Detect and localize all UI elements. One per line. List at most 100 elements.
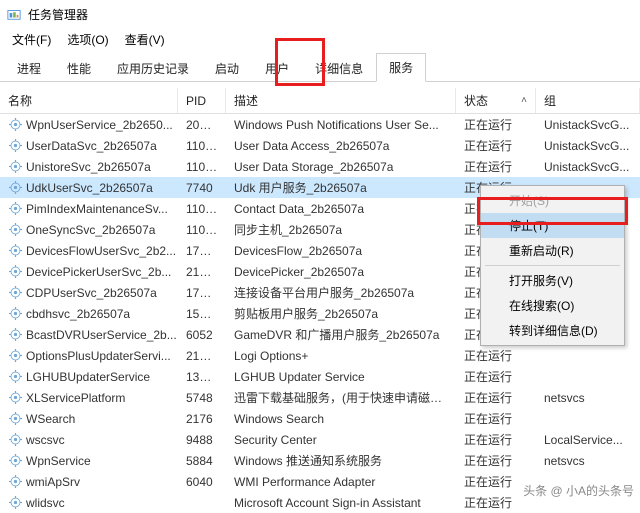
table-row[interactable]: OptionsPlusUpdaterServi...21620Logi Opti… bbox=[0, 345, 640, 366]
svc-name: DevicesFlowUserSvc_2b2... bbox=[26, 244, 176, 258]
svc-pid: 20780 bbox=[178, 118, 226, 132]
svc-desc: Windows Search bbox=[226, 412, 456, 426]
menu-bar: 文件(F) 选项(O) 查看(V) bbox=[0, 28, 640, 50]
svc-desc: User Data Access_2b26507a bbox=[226, 139, 456, 153]
svc-name: UserDataSvc_2b26507a bbox=[26, 139, 157, 153]
svc-name: WSearch bbox=[26, 412, 75, 426]
cm-go-details[interactable]: 转到详细信息(D) bbox=[481, 318, 624, 343]
svc-group: netsvcs bbox=[536, 391, 640, 405]
tab-row: 进程 性能 应用历史记录 启动 用户 详细信息 服务 bbox=[0, 54, 640, 82]
gear-icon bbox=[8, 202, 22, 216]
header-status[interactable]: 状态˄ bbox=[456, 88, 536, 113]
svc-pid: 11032 bbox=[178, 139, 226, 153]
table-row[interactable]: UnistoreSvc_2b26507a11032User Data Stora… bbox=[0, 156, 640, 177]
tab-users[interactable]: 用户 bbox=[252, 54, 302, 82]
gear-icon bbox=[8, 286, 22, 300]
header-name[interactable]: 名称 bbox=[0, 88, 178, 113]
svc-desc: DevicesFlow_2b26507a bbox=[226, 244, 456, 258]
svc-status: 正在运行 bbox=[456, 347, 536, 364]
tab-services[interactable]: 服务 bbox=[376, 53, 426, 82]
svc-desc: 剪贴板用户服务_2b26507a bbox=[226, 305, 456, 322]
svc-name: DevicePickerUserSvc_2b... bbox=[26, 265, 171, 279]
table-row[interactable]: LGHUBUpdaterService13168LGHUB Updater Se… bbox=[0, 366, 640, 387]
gear-icon bbox=[8, 265, 22, 279]
gear-icon bbox=[8, 118, 22, 132]
svc-pid: 6040 bbox=[178, 475, 226, 489]
svc-pid: 17392 bbox=[178, 286, 226, 300]
gear-icon bbox=[8, 307, 22, 321]
header-desc[interactable]: 描述 bbox=[226, 88, 456, 113]
svc-status: 正在运行 bbox=[456, 410, 536, 427]
svc-status: 正在运行 bbox=[456, 158, 536, 175]
svc-pid: 5884 bbox=[178, 454, 226, 468]
svc-group: UnistackSvcG... bbox=[536, 139, 640, 153]
cm-stop[interactable]: 停止(T) bbox=[481, 213, 624, 238]
svc-desc: User Data Storage_2b26507a bbox=[226, 160, 456, 174]
svc-status: 正在运行 bbox=[456, 116, 536, 133]
svc-desc: Security Center bbox=[226, 433, 456, 447]
svc-status: 正在运行 bbox=[456, 368, 536, 385]
gear-icon bbox=[8, 412, 22, 426]
svc-pid: 7740 bbox=[178, 181, 226, 195]
svc-status: 正在运行 bbox=[456, 452, 536, 469]
svc-name: cbdhsvc_2b26507a bbox=[26, 307, 130, 321]
menu-view[interactable]: 查看(V) bbox=[117, 29, 173, 50]
svc-pid: 13168 bbox=[178, 370, 226, 384]
gear-icon bbox=[8, 475, 22, 489]
svc-desc: DevicePicker_2b26507a bbox=[226, 265, 456, 279]
table-row[interactable]: wscsvc9488Security Center正在运行LocalServic… bbox=[0, 429, 640, 450]
svc-group: netsvcs bbox=[536, 454, 640, 468]
svc-group: UnistackSvcG... bbox=[536, 118, 640, 132]
tab-history[interactable]: 应用历史记录 bbox=[104, 54, 202, 82]
svc-pid: 15236 bbox=[178, 307, 226, 321]
gear-icon bbox=[8, 328, 22, 342]
header-pid[interactable]: PID bbox=[178, 88, 226, 113]
svc-name: LGHUBUpdaterService bbox=[26, 370, 150, 384]
svc-status: 正在运行 bbox=[456, 137, 536, 154]
tab-startup[interactable]: 启动 bbox=[202, 54, 252, 82]
gear-icon bbox=[8, 223, 22, 237]
tab-processes[interactable]: 进程 bbox=[4, 54, 54, 82]
gear-icon bbox=[8, 454, 22, 468]
svc-desc: Contact Data_2b26507a bbox=[226, 202, 456, 216]
cm-search-online[interactable]: 在线搜索(O) bbox=[481, 293, 624, 318]
sort-arrow-icon: ˄ bbox=[521, 95, 527, 106]
svc-name: XLServicePlatform bbox=[26, 391, 125, 405]
svc-group: UnistackSvcG... bbox=[536, 160, 640, 174]
window-title: 任务管理器 bbox=[28, 6, 88, 23]
svc-desc: 同步主机_2b26507a bbox=[226, 221, 456, 238]
svc-desc: Udk 用户服务_2b26507a bbox=[226, 179, 456, 196]
table-row[interactable]: XLServicePlatform5748迅雷下载基础服务，(用于快速申请磁盘.… bbox=[0, 387, 640, 408]
header-group[interactable]: 组 bbox=[536, 88, 640, 113]
svc-desc: GameDVR 和广播用户服务_2b26507a bbox=[226, 326, 456, 343]
svc-group: LocalService... bbox=[536, 433, 640, 447]
cm-open-services[interactable]: 打开服务(V) bbox=[481, 268, 624, 293]
gear-icon bbox=[8, 433, 22, 447]
menu-file[interactable]: 文件(F) bbox=[4, 29, 59, 50]
svc-name: CDPUserSvc_2b26507a bbox=[26, 286, 157, 300]
gear-icon bbox=[8, 391, 22, 405]
gear-icon bbox=[8, 181, 22, 195]
svc-name: BcastDVRUserService_2b... bbox=[26, 328, 177, 342]
svc-pid: 21620 bbox=[178, 349, 226, 363]
svc-desc: Windows Push Notifications User Se... bbox=[226, 118, 456, 132]
svc-name: WpnService bbox=[26, 454, 91, 468]
svc-desc: WMI Performance Adapter bbox=[226, 475, 456, 489]
svc-desc: 迅雷下载基础服务，(用于快速申请磁盘... bbox=[226, 389, 456, 406]
svc-name: wscsvc bbox=[26, 433, 65, 447]
menu-options[interactable]: 选项(O) bbox=[59, 29, 116, 50]
table-row[interactable]: WSearch2176Windows Search正在运行 bbox=[0, 408, 640, 429]
table-row[interactable]: WpnService5884Windows 推送通知系统服务正在运行netsvc… bbox=[0, 450, 640, 471]
cm-restart[interactable]: 重新启动(R) bbox=[481, 238, 624, 263]
svc-pid: 9488 bbox=[178, 433, 226, 447]
watermark: 头条 @ 小A的头条号 bbox=[523, 482, 634, 499]
svc-pid: 11032 bbox=[178, 223, 226, 237]
table-row[interactable]: WpnUserService_2b2650...20780Windows Pus… bbox=[0, 114, 640, 135]
table-row[interactable]: UserDataSvc_2b26507a 11032User Data Acces… bbox=[0, 135, 640, 156]
tab-details[interactable]: 详细信息 bbox=[302, 54, 376, 82]
svc-name: PimIndexMaintenanceSv... bbox=[26, 202, 168, 216]
app-icon bbox=[6, 6, 22, 22]
cm-separator bbox=[485, 265, 620, 266]
svc-pid: 6052 bbox=[178, 328, 226, 342]
tab-performance[interactable]: 性能 bbox=[54, 54, 104, 82]
